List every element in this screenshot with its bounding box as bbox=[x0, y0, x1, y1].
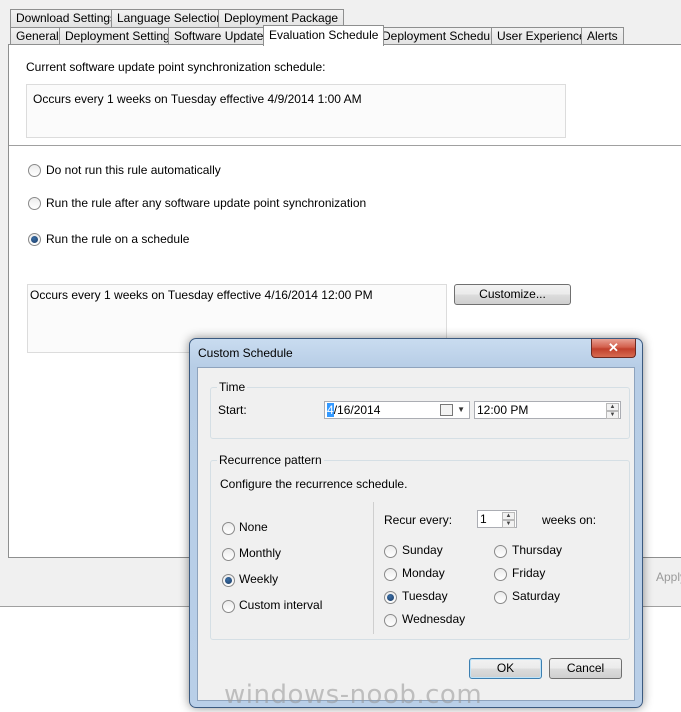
day-friday-label[interactable]: Friday bbox=[512, 566, 545, 580]
pattern-none-label[interactable]: None bbox=[239, 520, 268, 534]
sync-schedule-box: Occurs every 1 weeks on Tuesday effectiv… bbox=[26, 84, 566, 138]
cancel-button[interactable]: Cancel bbox=[549, 658, 622, 679]
day-tuesday-label[interactable]: Tuesday bbox=[402, 589, 448, 603]
separator bbox=[9, 145, 681, 146]
pattern-custom-label[interactable]: Custom interval bbox=[239, 598, 322, 612]
day-monday-radio[interactable] bbox=[384, 568, 397, 581]
pattern-monthly-radio[interactable] bbox=[222, 548, 235, 561]
after-sync-radio[interactable] bbox=[28, 197, 41, 210]
tab-download-settings[interactable]: Download Settings bbox=[10, 9, 123, 27]
ok-button[interactable]: OK bbox=[469, 658, 542, 679]
start-date-rest: /16/2014 bbox=[333, 403, 381, 417]
day-wednesday-radio[interactable] bbox=[384, 614, 397, 627]
pattern-weekly-radio[interactable] bbox=[222, 574, 235, 587]
day-tuesday-radio[interactable] bbox=[384, 591, 397, 604]
on-schedule-label[interactable]: Run the rule on a schedule bbox=[46, 232, 189, 246]
chevron-down-icon[interactable]: ▼ bbox=[457, 402, 465, 418]
pattern-custom-radio[interactable] bbox=[222, 600, 235, 613]
recur-spinner[interactable]: ▲ ▼ bbox=[502, 512, 515, 528]
watermark: windows-noob.com bbox=[224, 680, 483, 710]
do-not-run-radio[interactable] bbox=[28, 164, 41, 177]
day-thursday-radio[interactable] bbox=[494, 545, 507, 558]
pattern-none-radio[interactable] bbox=[222, 522, 235, 535]
dialog-client: Time Start: 4/16/2014 ▼ 12:00 PM ▲ ▼ Recu… bbox=[197, 367, 635, 701]
custom-schedule-dialog: Custom Schedule ✕ Time Start: 4/16/2014 … bbox=[189, 338, 643, 708]
recur-every-label: Recur every: bbox=[384, 513, 453, 527]
day-sunday-radio[interactable] bbox=[384, 545, 397, 558]
dialog-title: Custom Schedule bbox=[198, 346, 293, 360]
close-icon[interactable]: ✕ bbox=[591, 339, 636, 358]
sync-schedule-text: Occurs every 1 weeks on Tuesday effectiv… bbox=[33, 92, 362, 106]
day-sunday-label[interactable]: Sunday bbox=[402, 543, 443, 557]
day-saturday-label[interactable]: Saturday bbox=[512, 589, 560, 603]
tab-evaluation-schedule[interactable]: Evaluation Schedule bbox=[263, 25, 385, 46]
configure-text: Configure the recurrence schedule. bbox=[220, 477, 408, 491]
day-friday-radio[interactable] bbox=[494, 568, 507, 581]
schedule-summary-text: Occurs every 1 weeks on Tuesday effectiv… bbox=[30, 288, 373, 302]
start-time-field[interactable]: 12:00 PM ▲ ▼ bbox=[474, 401, 621, 419]
recurrence-divider bbox=[373, 502, 374, 634]
tab-user-experience[interactable]: User Experience bbox=[491, 27, 592, 45]
time-group-title: Time bbox=[217, 380, 248, 394]
on-schedule-radio[interactable] bbox=[28, 233, 41, 246]
start-date-selected: 4 bbox=[327, 403, 334, 417]
day-saturday-radio[interactable] bbox=[494, 591, 507, 604]
sync-schedule-label: Current software update point synchroniz… bbox=[26, 60, 326, 74]
day-monday-label[interactable]: Monday bbox=[402, 566, 445, 580]
day-wednesday-label[interactable]: Wednesday bbox=[402, 612, 465, 626]
tab-alerts[interactable]: Alerts bbox=[581, 27, 624, 45]
after-sync-label[interactable]: Run the rule after any software update p… bbox=[46, 196, 366, 210]
tab-deployment-settings[interactable]: Deployment Settings bbox=[59, 27, 182, 45]
tab-deployment-schedule[interactable]: Deployment Schedule bbox=[376, 27, 506, 45]
recur-every-value: 1 bbox=[480, 512, 487, 526]
tab-general[interactable]: General bbox=[10, 27, 65, 45]
pattern-weekly-label[interactable]: Weekly bbox=[239, 572, 278, 586]
pattern-monthly-label[interactable]: Monthly bbox=[239, 546, 281, 560]
recurrence-group-title: Recurrence pattern bbox=[217, 453, 324, 467]
start-date-field[interactable]: 4/16/2014 ▼ bbox=[324, 401, 470, 419]
do-not-run-label[interactable]: Do not run this rule automatically bbox=[46, 163, 221, 177]
customize-button[interactable]: Customize... bbox=[454, 284, 571, 305]
apply-button[interactable]: Apply bbox=[656, 570, 681, 584]
start-label: Start: bbox=[218, 403, 247, 417]
weeks-on-label: weeks on: bbox=[542, 513, 597, 527]
calendar-icon[interactable] bbox=[440, 404, 453, 416]
time-spinner[interactable]: ▲ ▼ bbox=[606, 403, 619, 419]
start-time-value: 12:00 PM bbox=[477, 403, 529, 417]
day-thursday-label[interactable]: Thursday bbox=[512, 543, 562, 557]
tab-software-updates[interactable]: Software Updates bbox=[168, 27, 276, 45]
recur-every-field[interactable]: 1 ▲ ▼ bbox=[477, 510, 517, 528]
tab-language-selection[interactable]: Language Selection bbox=[111, 9, 230, 27]
